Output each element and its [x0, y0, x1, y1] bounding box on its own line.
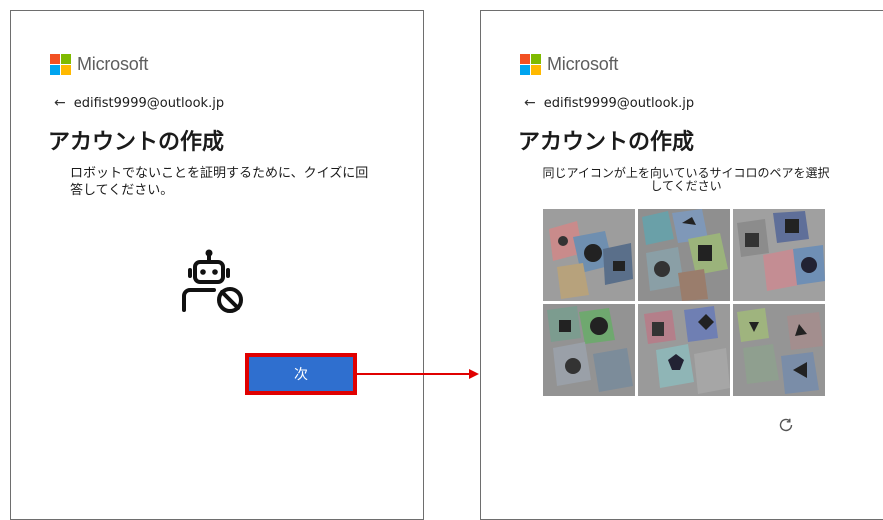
- signup-panel-step1: Microsoft ← edifist9999@outlook.jp アカウント…: [10, 10, 424, 520]
- next-button[interactable]: 次: [249, 357, 353, 391]
- captcha-grid: [543, 209, 827, 398]
- captcha-tile-6[interactable]: [733, 304, 825, 396]
- captcha-tile-3[interactable]: [733, 209, 825, 301]
- dice-tile-1-icon: [543, 209, 635, 301]
- dice-tile-5-icon: [638, 304, 730, 396]
- description-text: ロボットでないことを証明するために、クイズに回答してください。: [70, 166, 369, 198]
- captcha-tile-2[interactable]: [638, 209, 730, 301]
- captcha-tile-5[interactable]: [638, 304, 730, 396]
- back-arrow-icon[interactable]: ←: [524, 95, 536, 111]
- microsoft-logo-icon: [50, 54, 71, 75]
- microsoft-logo-text: Microsoft: [547, 54, 619, 74]
- microsoft-logo-text: Microsoft: [77, 54, 149, 74]
- account-email: edifist9999@outlook.jp: [73, 95, 225, 111]
- dice-tile-2-icon: [638, 209, 730, 301]
- back-email-row[interactable]: ← edifist9999@outlook.jp: [524, 95, 694, 111]
- page-title: アカウントの作成: [48, 130, 225, 155]
- next-button-highlight: 次: [245, 353, 357, 395]
- microsoft-logo-icon: [520, 54, 541, 75]
- microsoft-logo: Microsoft: [50, 54, 148, 75]
- microsoft-logo: Microsoft: [520, 54, 618, 75]
- captcha-tile-1[interactable]: [543, 209, 635, 301]
- captcha-instruction: 同じアイコンが上を向いているサイコロのペアを選択してください: [542, 166, 830, 193]
- dice-tile-6-icon: [733, 304, 825, 396]
- dice-tile-3-icon: [733, 209, 825, 301]
- account-email: edifist9999@outlook.jp: [543, 95, 695, 111]
- refresh-icon[interactable]: [777, 416, 795, 434]
- signup-panel-step2: Microsoft ← edifist9999@outlook.jp アカウント…: [480, 10, 883, 520]
- robot-blocked-icon: [182, 249, 243, 313]
- back-email-row[interactable]: ← edifist9999@outlook.jp: [54, 95, 224, 111]
- captcha-tile-4[interactable]: [543, 304, 635, 396]
- page-title: アカウントの作成: [518, 130, 695, 155]
- dice-tile-4-icon: [543, 304, 635, 396]
- back-arrow-icon[interactable]: ←: [54, 95, 66, 111]
